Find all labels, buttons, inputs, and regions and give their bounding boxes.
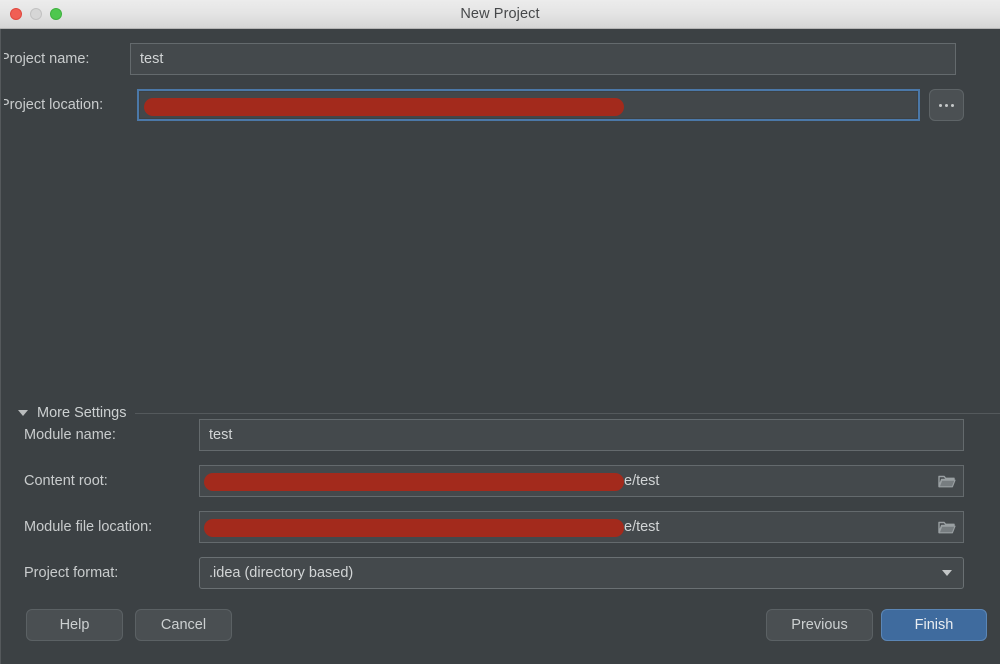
project-name-input[interactable]: test: [130, 43, 956, 75]
project-location-input[interactable]: e/test: [137, 89, 920, 121]
triangle-down-icon[interactable]: [18, 410, 28, 416]
project-format-row: Project format: .idea (directory based): [24, 557, 964, 589]
redaction-overlay: [144, 98, 624, 116]
titlebar: New Project: [0, 0, 1000, 29]
project-location-label: Project location:: [0, 97, 137, 113]
ellipsis-dot-icon: [939, 104, 942, 107]
module-name-input[interactable]: test: [199, 419, 964, 451]
traffic-lights: [0, 8, 62, 20]
module-file-location-input[interactable]: e/test: [199, 511, 964, 543]
cancel-button[interactable]: Cancel: [135, 609, 232, 641]
previous-button[interactable]: Previous: [766, 609, 873, 641]
section-divider: [135, 413, 1000, 414]
project-location-row: Project location: e/test: [0, 89, 964, 121]
chevron-down-icon[interactable]: [942, 570, 952, 576]
module-file-location-label: Module file location:: [24, 519, 199, 535]
help-button[interactable]: Help: [26, 609, 123, 641]
window-title: New Project: [0, 6, 1000, 22]
module-name-row: Module name: test: [24, 419, 964, 451]
content-root-input[interactable]: e/test: [199, 465, 964, 497]
content-root-row: Content root: e/test: [24, 465, 964, 497]
project-location-value: e/test: [563, 97, 598, 113]
browse-location-button[interactable]: [929, 89, 964, 121]
dialog-footer: Help Cancel Previous Finish: [0, 596, 1000, 664]
module-name-value: test: [209, 427, 232, 443]
module-file-location-value: e/test: [624, 519, 659, 535]
minimize-button[interactable]: [30, 8, 42, 20]
folder-icon[interactable]: [937, 472, 957, 490]
close-button[interactable]: [10, 8, 22, 20]
project-name-label: Project name:: [0, 51, 130, 67]
redaction-overlay: [204, 519, 624, 537]
folder-icon[interactable]: [937, 518, 957, 536]
ellipsis-dot-icon: [951, 104, 954, 107]
ellipsis-dot-icon: [945, 104, 948, 107]
zoom-button[interactable]: [50, 8, 62, 20]
project-format-value: .idea (directory based): [209, 565, 353, 581]
project-format-select[interactable]: .idea (directory based): [199, 557, 964, 589]
dialog-body: Project name: test Project location: e/t…: [0, 29, 1000, 664]
module-file-location-row: Module file location: e/test: [24, 511, 964, 543]
finish-button[interactable]: Finish: [881, 609, 987, 641]
content-root-label: Content root:: [24, 473, 199, 489]
new-project-dialog: New Project Project name: test Project l…: [0, 0, 1000, 664]
project-name-value: test: [140, 51, 163, 67]
content-root-value: e/test: [624, 473, 659, 489]
redaction-overlay: [204, 473, 624, 491]
module-name-label: Module name:: [24, 427, 199, 443]
project-format-label: Project format:: [24, 565, 199, 581]
project-name-row: Project name: test: [0, 43, 964, 75]
